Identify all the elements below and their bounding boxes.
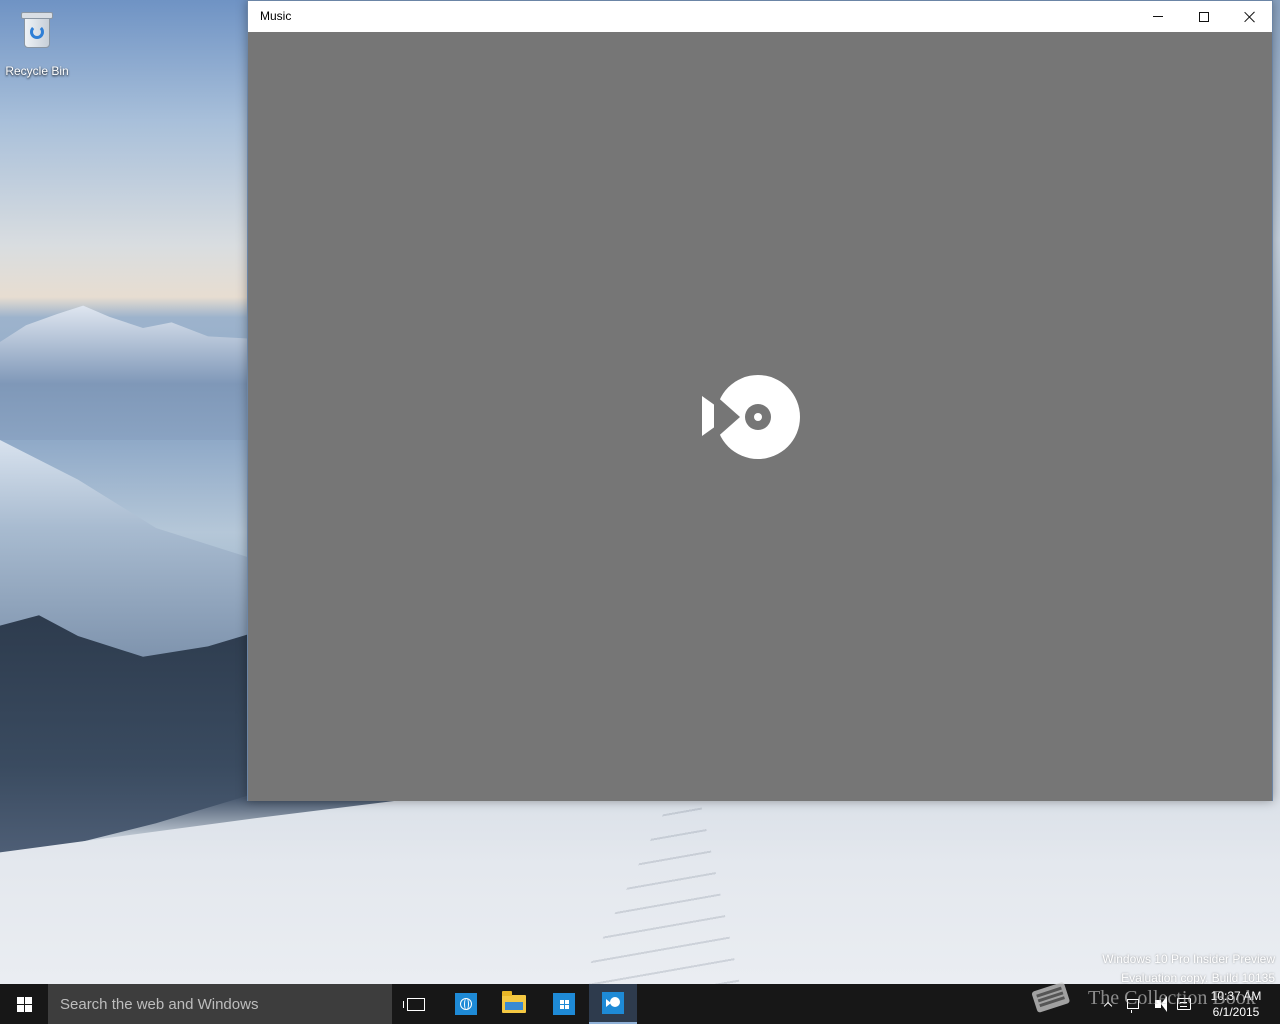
start-button[interactable]	[0, 984, 48, 1024]
build-watermark: Windows 10 Pro Insider Preview Evaluatio…	[1102, 950, 1275, 988]
folder-icon	[502, 991, 526, 1013]
watermark-line-edition: Windows 10 Pro Insider Preview	[1102, 952, 1275, 966]
taskbar-music[interactable]	[589, 984, 637, 1024]
task-view-button[interactable]	[392, 984, 440, 1024]
search-placeholder: Search the web and Windows	[60, 996, 259, 1013]
clock[interactable]: 10:37 AM 6/1/2015	[1198, 984, 1274, 1024]
clock-time: 10:37 AM	[1210, 989, 1262, 1003]
maximize-button[interactable]	[1181, 1, 1227, 32]
ie-icon	[455, 993, 477, 1015]
music-icon	[602, 992, 624, 1014]
notification-icon	[1177, 998, 1191, 1010]
window-title: Music	[260, 9, 292, 23]
desktop-icon-recycle-bin[interactable]: Recycle Bin	[4, 6, 70, 78]
close-button[interactable]	[1227, 1, 1273, 32]
taskbar: Search the web and Windows 10:37 AM 6/1/…	[0, 984, 1280, 1024]
title-bar[interactable]: Music	[248, 1, 1272, 32]
network-icon	[1127, 999, 1139, 1013]
volume-button[interactable]	[1146, 984, 1170, 1024]
clock-date: 6/1/2015	[1212, 1005, 1260, 1019]
music-window[interactable]: Music	[247, 0, 1273, 801]
show-hidden-icons-button[interactable]	[1100, 984, 1116, 1024]
close-icon	[1244, 11, 1256, 23]
recycle-bin-icon	[20, 8, 54, 48]
maximize-icon	[1199, 11, 1209, 22]
wallpaper-edge	[1272, 0, 1280, 800]
system-tray: 10:37 AM 6/1/2015	[1100, 984, 1280, 1024]
windows-logo-icon	[16, 996, 32, 1012]
taskbar-store[interactable]	[540, 984, 588, 1024]
minimize-button[interactable]	[1135, 1, 1181, 32]
network-button[interactable]	[1122, 984, 1144, 1024]
minimize-icon	[1153, 16, 1163, 17]
mountain-backdrop	[0, 305, 260, 440]
desktop-icon-label: Recycle Bin	[5, 64, 69, 78]
speaker-icon	[1155, 996, 1167, 1012]
splash-screen	[248, 32, 1272, 801]
music-app-logo-icon	[702, 375, 800, 459]
store-icon	[553, 993, 575, 1015]
chevron-up-icon	[1103, 1001, 1113, 1011]
taskbar-file-explorer[interactable]	[490, 984, 538, 1024]
action-center-button[interactable]	[1173, 984, 1195, 1024]
search-box[interactable]: Search the web and Windows	[48, 984, 392, 1024]
task-view-icon	[403, 997, 425, 1011]
taskbar-internet-explorer[interactable]	[442, 984, 490, 1024]
